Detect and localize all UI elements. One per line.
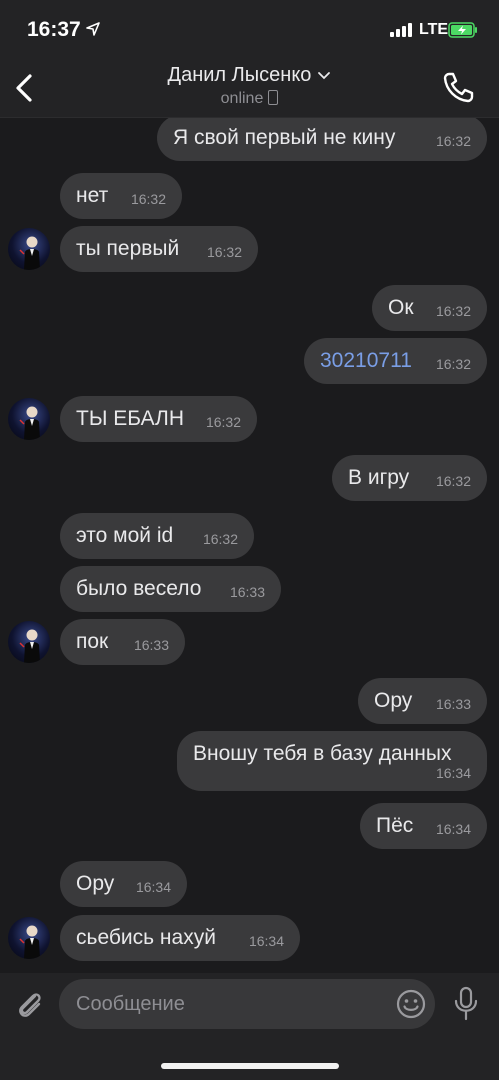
incoming-message[interactable]: ты первый 16:32 [60,226,258,272]
signal-bars-icon [390,23,414,37]
network-type: LTE [419,21,449,38]
message-text: ТЫ ЕБАЛН [76,407,184,430]
incoming-message[interactable]: ТЫ ЕБАЛН 16:32 [60,396,257,442]
chat-header: Данил Лысенко online [0,58,499,118]
location-arrow-icon [86,22,100,36]
microphone-icon[interactable] [452,986,480,1022]
message-text: Пёс [376,814,414,837]
message-text: В игру [348,466,410,489]
message-input[interactable] [59,979,435,1029]
outgoing-message[interactable]: 30210711 16:32 [304,338,487,384]
message-time: 16:33 [435,696,471,712]
incoming-message[interactable]: это мой id 16:32 [60,513,254,559]
message-time: 16:34 [135,879,171,895]
message-time: 16:32 [435,356,471,372]
message-list[interactable]: Я свой первый не кину 16:32 нет 16:32 ты пер… [0,118,499,973]
avatar[interactable] [8,621,50,663]
outgoing-message[interactable]: Вношу тебя в базу данных 16:34 [177,731,487,791]
avatar[interactable] [8,398,50,440]
paperclip-icon[interactable] [12,987,48,1023]
contact-name: Данил Лысенко [167,64,312,86]
outgoing-message[interactable]: Ору 16:33 [358,678,487,724]
input-bar [0,973,499,1080]
message-time: 16:32 [130,191,166,207]
message-text: было весело [76,577,202,600]
battery-charging-icon [448,22,477,38]
message-text: Вношу тебя в базу данных [193,742,452,765]
message-link-text[interactable]: 30210711 [320,349,412,373]
chevron-down-icon [318,71,331,79]
incoming-message[interactable]: Ору 16:34 [60,861,187,907]
message-time: 16:34 [435,765,471,781]
message-text: сьебись нахуй [76,926,216,949]
message-text: Ок [388,296,414,319]
chat-screen: 16:37 LTE Данил Лысенко online Я свой пе… [0,0,499,1080]
outgoing-message[interactable]: В игру 16:32 [332,455,487,501]
message-time: 16:32 [435,133,471,149]
message-time: 16:32 [435,303,471,319]
incoming-message[interactable]: сьебись нахуй 16:34 [60,915,300,961]
message-time: 16:33 [229,584,265,600]
outgoing-message[interactable]: Ок 16:32 [372,285,487,331]
message-time: 16:32 [202,531,238,547]
outgoing-message[interactable]: Пёс 16:34 [360,803,487,849]
message-time: 16:32 [206,244,242,260]
contact-status-text: online [220,90,264,107]
incoming-message[interactable]: нет 16:32 [60,173,182,219]
home-indicator [161,1063,339,1069]
contact-name-button[interactable]: Данил Лысенко [0,64,499,87]
message-text: нет [76,184,109,207]
message-text: пок [76,630,109,653]
message-time: 16:34 [435,821,471,837]
status-bar: 16:37 LTE [0,0,499,58]
message-text: Я свой первый не кину [173,126,396,149]
message-text: Ору [374,689,413,712]
call-button[interactable] [440,70,478,106]
avatar[interactable] [8,917,50,959]
message-text: ты первый [76,237,180,260]
avatar[interactable] [8,228,50,270]
incoming-message[interactable]: пок 16:33 [60,619,185,665]
incoming-message[interactable]: было весело 16:33 [60,566,281,612]
mobile-device-icon [268,90,279,105]
message-time: 16:32 [205,414,241,430]
message-time: 16:33 [133,637,169,653]
message-text: это мой id [76,524,174,547]
message-text: Ору [76,872,115,895]
contact-status: online [0,90,499,108]
status-time: 16:37 [27,18,81,41]
emoji-icon[interactable] [395,988,427,1020]
outgoing-message[interactable]: Я свой первый не кину 16:32 [157,118,487,161]
message-time: 16:34 [248,933,284,949]
message-time: 16:32 [435,473,471,489]
